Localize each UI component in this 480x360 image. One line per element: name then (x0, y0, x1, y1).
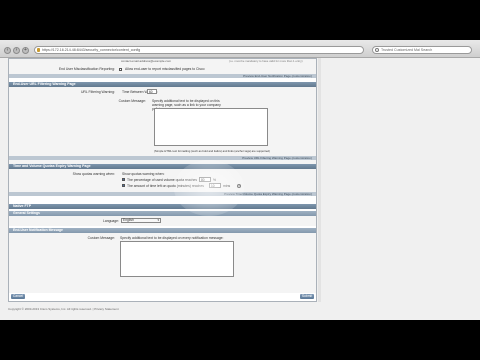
warning-row-label: URL Filtering Warning: (80, 90, 115, 94)
quota-volume-unit: % (213, 178, 217, 182)
time-between-value: 60 (149, 90, 153, 94)
time-between-input[interactable]: 60 (147, 89, 157, 94)
misclassification-text: Allow end-user to report misclassified p… (125, 67, 205, 71)
url-text: https://172.16.214.48:8443/security_conn… (42, 48, 141, 52)
quota-time-checkbox[interactable] (122, 184, 125, 187)
help-icon[interactable]: ? (237, 183, 241, 188)
html-note: (Simple HTML text formatting (such as bo… (154, 149, 270, 153)
misclassification-preview-link[interactable]: Preview End-User Notification Page (cust… (9, 74, 316, 78)
browser-toolbar: ‹ › + https://172.16.214.48:8443/securit… (0, 40, 480, 58)
quota-preview-link[interactable]: Preview Time/Volume Quota Expiry Warning… (9, 192, 316, 196)
quota-time-text: The amount of time left on quota (minute… (127, 184, 204, 188)
note-right: (i.e. must be mandatory to have valid fo… (229, 59, 303, 63)
language-value: English (123, 218, 134, 222)
submit-button[interactable]: Submit (300, 294, 314, 299)
back-icon[interactable]: ‹ (4, 47, 11, 54)
copyright: Copyright © 2003-2013 Cisco Systems, Inc… (8, 307, 119, 311)
quota-volume-text: The percentage of used volume quota reac… (127, 178, 198, 182)
lock-icon (37, 48, 40, 52)
quota-time-unit: mins (223, 184, 231, 188)
ftp-custom-message-hint: Specify additional text to be displayed … (120, 236, 224, 240)
quota-volume-value: 80 (201, 178, 205, 182)
ftp-custom-message-label: Custom Message: (87, 236, 115, 240)
email-hint: contact.email.address@example.com (121, 59, 172, 63)
scrollbar[interactable] (318, 58, 321, 302)
add-tab-icon[interactable]: + (22, 47, 29, 54)
search-input[interactable]: Trusted Customized Mal Search (372, 46, 472, 54)
content-page: contact.email.address@example.com (i.e. … (8, 58, 317, 302)
quota-volume-input[interactable]: 80 (199, 177, 211, 182)
search-placeholder: Trusted Customized Mal Search (381, 48, 433, 52)
custom-message-label: Custom Message: (118, 99, 146, 103)
url-bar[interactable]: https://172.16.214.48:8443/security_conn… (34, 46, 364, 54)
language-label: Language: (102, 219, 119, 223)
warning-preview-link[interactable]: Preview URL Filtering Warning Page (cust… (9, 156, 316, 160)
native-ftp-header: Native FTP (9, 204, 316, 209)
misclassification-checkbox[interactable] (119, 67, 122, 71)
misclassification-label: End User Misclassification Reporting: (58, 67, 115, 71)
quota-time-input[interactable]: 10 (209, 183, 221, 188)
quota-volume-checkbox[interactable] (122, 178, 125, 181)
screen: ‹ › + https://172.16.214.48:8443/securit… (0, 40, 480, 320)
quota-row-label: Show quotas warning when: (72, 172, 115, 176)
ftp-custom-message-textarea[interactable] (120, 241, 234, 277)
language-select[interactable]: English (121, 218, 161, 223)
search-icon (375, 48, 379, 52)
forward-icon[interactable]: › (13, 47, 20, 54)
warning-custom-message-textarea[interactable] (154, 108, 268, 146)
cancel-button[interactable]: Cancel (11, 294, 25, 299)
quota-intro: Show quotas warning when: (122, 172, 165, 176)
quota-time-value: 10 (211, 184, 215, 188)
